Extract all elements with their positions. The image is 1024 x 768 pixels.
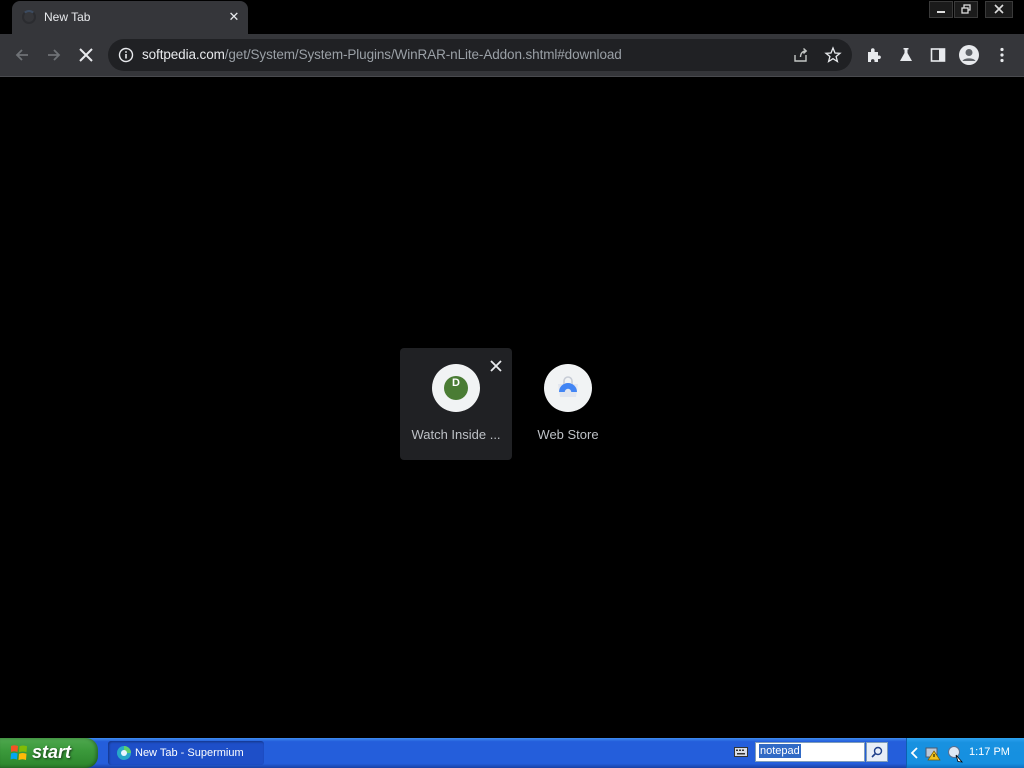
share-icon bbox=[794, 47, 808, 62]
side-panel-icon bbox=[930, 48, 946, 62]
close-icon bbox=[490, 360, 502, 372]
loading-spinner-icon bbox=[22, 10, 36, 24]
stop-loading-button[interactable] bbox=[74, 43, 98, 67]
letter-d-icon: D bbox=[444, 376, 468, 400]
web-store-icon bbox=[558, 376, 578, 397]
search-go-button[interactable] bbox=[866, 742, 888, 762]
tab-close-icon[interactable]: ✕ bbox=[224, 7, 244, 27]
shortcut-label: Watch Inside ... bbox=[411, 427, 501, 442]
back-arrow-icon bbox=[15, 49, 28, 61]
search-icon bbox=[871, 746, 883, 758]
restore-button[interactable] bbox=[954, 1, 978, 18]
shortcut-letter: D bbox=[452, 377, 460, 389]
bookmark-button[interactable] bbox=[822, 44, 844, 66]
flask-icon bbox=[900, 48, 912, 61]
taskbar-item-supermium[interactable]: New Tab - Supermium bbox=[108, 741, 264, 765]
show-hidden-icons-chevron-icon[interactable] bbox=[910, 747, 920, 759]
windows-logo-icon bbox=[10, 745, 27, 760]
star-icon bbox=[824, 46, 842, 63]
supermium-icon bbox=[117, 746, 131, 760]
taskbar: start New Tab - Supermium notepad 1:17 P… bbox=[0, 738, 1024, 768]
url-path: /get/System/System-Plugins/WinRAR-nLite-… bbox=[224, 47, 622, 62]
shortcut-tile[interactable]: Web Store bbox=[512, 348, 624, 460]
url-host: softpedia.com bbox=[142, 47, 225, 62]
tab-title: New Tab bbox=[44, 10, 91, 24]
close-window-button[interactable] bbox=[985, 1, 1013, 18]
remove-shortcut-button[interactable] bbox=[486, 356, 506, 376]
address-bar[interactable]: softpedia.com/get/System/System-Plugins/… bbox=[108, 39, 852, 71]
url-text[interactable]: softpedia.com/get/System/System-Plugins/… bbox=[142, 47, 622, 62]
forward-button[interactable] bbox=[42, 43, 66, 67]
tab-new-tab[interactable]: New Tab ✕ bbox=[12, 1, 248, 34]
avatar-icon bbox=[959, 45, 979, 65]
shortcut-tile[interactable]: D Watch Inside ... bbox=[400, 348, 512, 460]
keyboard-icon[interactable] bbox=[734, 746, 748, 758]
network-status-icon[interactable] bbox=[945, 744, 965, 764]
taskbar-item-label: New Tab - Supermium bbox=[135, 747, 244, 759]
back-button[interactable] bbox=[10, 43, 34, 67]
start-button[interactable]: start bbox=[0, 738, 98, 768]
profile-button[interactable] bbox=[958, 44, 980, 66]
share-button[interactable] bbox=[790, 44, 812, 66]
puzzle-icon bbox=[868, 48, 881, 62]
browser-toolbar: softpedia.com/get/System/System-Plugins/… bbox=[0, 34, 1024, 77]
stop-icon bbox=[79, 48, 93, 62]
forward-arrow-icon bbox=[48, 49, 61, 61]
extensions-button[interactable] bbox=[863, 44, 885, 66]
system-tray: 1:17 PM bbox=[906, 738, 1024, 768]
shortcut-icon-container: D bbox=[432, 364, 480, 412]
start-label: start bbox=[32, 742, 72, 762]
kebab-menu-icon bbox=[1000, 47, 1004, 63]
shortcut-icon-container bbox=[544, 364, 592, 412]
search-selected-text: notepad bbox=[759, 744, 801, 758]
site-info-icon[interactable] bbox=[118, 47, 134, 63]
security-alert-icon[interactable] bbox=[925, 745, 941, 761]
shortcut-label: Web Store bbox=[537, 427, 599, 442]
menu-button[interactable] bbox=[991, 44, 1013, 66]
title-bar: New Tab ✕ bbox=[0, 0, 1024, 34]
minimize-button[interactable] bbox=[929, 1, 953, 18]
labs-button[interactable] bbox=[895, 44, 917, 66]
side-panel-button[interactable] bbox=[927, 44, 949, 66]
clock: 1:17 PM bbox=[969, 746, 1010, 758]
